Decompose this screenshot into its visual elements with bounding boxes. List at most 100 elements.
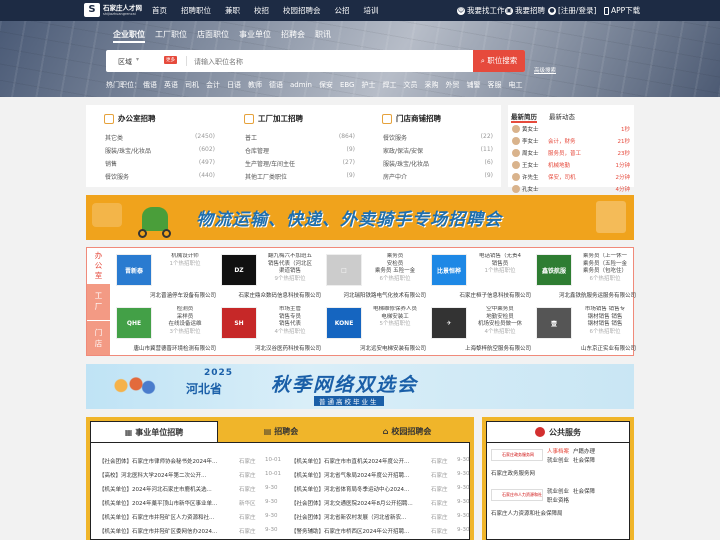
company-logo[interactable]: 晋新泰 [116, 254, 152, 286]
news-item[interactable]: 【机关单位】石家庄市井陉矿区人力资源和社... 石家庄 9-30 [99, 513, 284, 525]
news-item[interactable]: 【社会团体】河北省新农村发展（河北省新农... 石家庄 9-30 [291, 513, 476, 525]
hot-job-link[interactable]: 铺警 [466, 81, 480, 89]
company-logo[interactable]: DZ [221, 254, 257, 286]
autumn-online-fair-banner[interactable]: 2025 河北省 秋季网络双选会 普通高校毕业生 [86, 364, 634, 409]
company-name[interactable]: 河北鑫铁航服务运服务有限公司 [531, 291, 636, 299]
nav-item[interactable]: 首页 [152, 5, 167, 16]
hr-bureau-logo[interactable]: 石家庄市人力资源和社会保障局 [491, 489, 543, 501]
recruit-link[interactable]: ▣ 我要招聘 [505, 5, 545, 16]
category-header[interactable]: 工厂加工招聘 [244, 113, 303, 124]
search-tab[interactable]: 招聘会 [281, 29, 305, 43]
service-link[interactable]: 社会保障 [573, 458, 595, 464]
area-dropdown-icon[interactable]: ▾ [136, 56, 139, 63]
job-link[interactable]: 钢材销售 销售 [575, 321, 635, 329]
hot-job-link[interactable]: 外贸 [445, 81, 459, 89]
job-link[interactable]: 检测员 [155, 306, 215, 314]
category-item[interactable]: 普工 (864) [245, 133, 355, 146]
search-tab[interactable]: 企业职位 [113, 29, 145, 43]
hot-job-link[interactable]: admin [290, 81, 312, 89]
hot-job-link[interactable]: 客服 [487, 81, 501, 89]
company-card[interactable]: ✈ 空中乘务员 地勤安检员 机场安检员做一休 4个热招职位 上海黎梓航空服务有限公司 [426, 303, 531, 353]
site-logo[interactable]: S 石家庄人才网 shijiazhuangrencai [84, 3, 142, 17]
company-name[interactable]: 石家庄桓子信息科技有限公司 [426, 291, 531, 299]
hot-job-link[interactable]: 会计 [206, 81, 220, 89]
hot-job-link[interactable]: 保安 [319, 81, 333, 89]
company-name[interactable]: 山东京正实业有限公司 [531, 344, 636, 352]
news-item[interactable]: 【警务辅助】石家庄市桥西区2024年公开招聘... 石家庄 9-30 [291, 527, 476, 539]
news-item[interactable]: 【机关单位】2024年河北石家庄市鹿机关选... 石家庄 9-30 [99, 485, 284, 497]
logistics-job-fair-banner[interactable]: 物流运输、快递、外卖骑手专场招聘会 [86, 195, 634, 240]
nav-item[interactable]: 兼职 [225, 5, 240, 16]
nav-item[interactable]: 校招 [254, 5, 269, 16]
hot-job-link[interactable]: 教师 [248, 81, 262, 89]
company-name[interactable]: 河北汉谷医药科技有限公司 [216, 344, 321, 352]
tab-job-fair[interactable]: ▤ 招聘会 [218, 421, 344, 442]
category-item[interactable]: 其他工厂类职位 (9) [245, 172, 355, 185]
nav-item[interactable]: 招聘职位 [181, 5, 211, 16]
job-link[interactable]: 在线设备运维 [155, 321, 215, 329]
service-link[interactable]: 人事档案 [547, 449, 569, 455]
tab-campus-fair[interactable]: ⌂ 校园招聘会 [344, 421, 470, 442]
job-link[interactable]: 安检员 [365, 261, 425, 269]
company-card[interactable]: □ 乘务员 安检员 乘务员 五险一金 6个热招职位 河北瑞阳铁路电气化技术有限公司 [321, 250, 426, 300]
hot-job-link[interactable]: 日语 [227, 81, 241, 89]
job-link[interactable]: 钢材销售 销售 [575, 314, 635, 322]
job-link[interactable]: 地勤安检员 [470, 314, 530, 322]
company-card[interactable]: 晋新泰 机械设计师 1个热招职位 河北晋涵停车设备有限公司 [111, 250, 216, 300]
hot-job-link[interactable]: 焊工 [382, 81, 396, 89]
company-name[interactable]: 石家庄鼎众数码信息科技有限公司 [216, 291, 321, 299]
tab-office[interactable]: 办公室 [87, 248, 110, 284]
job-link[interactable]: 电梯安装工 [365, 314, 425, 322]
hot-job-link[interactable]: 德语 [269, 81, 283, 89]
job-link[interactable]: 空中乘务员 [470, 306, 530, 314]
hot-job-link[interactable]: 文员 [403, 81, 417, 89]
company-name[interactable]: 河北远安电梯安装有限公司 [321, 344, 426, 352]
tab-factory[interactable]: 工厂 [87, 284, 110, 320]
company-logo[interactable]: KONE [326, 307, 362, 339]
company-logo[interactable]: QHE [116, 307, 152, 339]
category-item[interactable]: 服装/珠宝/化妆品 (6) [383, 159, 493, 172]
job-link[interactable]: 翻九梅六不加班五 [260, 253, 320, 261]
hot-job-link[interactable]: 护士 [361, 81, 375, 89]
news-item[interactable]: 【社会团体】河北交通医院2024年8月公开招聘... 石家庄 9-30 [291, 499, 476, 511]
advanced-search-link[interactable]: 高级搜索 [534, 66, 556, 74]
category-item[interactable]: 其它类 (2450) [105, 133, 215, 146]
hot-job-link[interactable]: 司机 [185, 81, 199, 89]
area-select[interactable]: 区域 [118, 57, 132, 67]
job-link[interactable]: 销售员 [470, 261, 530, 269]
category-item[interactable]: 家政/保洁/安保 (11) [383, 146, 493, 159]
news-item[interactable]: 【社会团体】石家庄市律师协会秘书处2024年... 石家庄 10-01 [99, 457, 284, 469]
job-link[interactable]: 乘务员（包吃住） [575, 268, 635, 276]
company-logo[interactable]: SH [221, 307, 257, 339]
service-link[interactable]: 就业创业 [547, 489, 569, 495]
tab-store[interactable]: 门店 [87, 320, 110, 355]
search-tab[interactable]: 店面职位 [197, 29, 229, 43]
service-footer[interactable]: 石家庄政务服务网 [491, 469, 535, 477]
search-tab[interactable]: 职讯 [315, 29, 331, 43]
job-link[interactable]: 销售代表（河北区 [260, 261, 320, 269]
hot-job-link[interactable]: 电工 [508, 81, 522, 89]
tab-latest-resumes[interactable]: 最新简历 [511, 111, 537, 123]
resume-item[interactable]: 黄女士 1秒 [512, 123, 630, 135]
category-item[interactable]: 餐饮服务 (440) [105, 172, 215, 185]
nav-item[interactable]: 公招 [335, 5, 350, 16]
company-logo[interactable]: 壹 [536, 307, 572, 339]
tab-latest-news[interactable]: 最新动态 [549, 111, 575, 123]
app-download-link[interactable]: APP下载 [604, 5, 640, 16]
more-badge[interactable]: 更多 [164, 56, 177, 64]
job-link[interactable]: 采样员 [155, 314, 215, 322]
category-item[interactable]: 餐饮服务 (22) [383, 133, 493, 146]
job-link[interactable]: 销售代表 [260, 321, 320, 329]
news-item[interactable]: 【机关单位】河北省气象局2024年度公开招聘... 石家庄 9-30 [291, 471, 476, 483]
nav-item[interactable]: 培训 [364, 5, 379, 16]
news-item[interactable]: 【机关单位】石家庄市市直机关2024年度公开... 石家庄 9-30 [291, 457, 476, 469]
company-card[interactable]: SH 市场主管 销售专员 销售代表 4个热招职位 河北汉谷医药科技有限公司 [216, 303, 321, 353]
category-item[interactable]: 仓库管理 (9) [245, 146, 355, 159]
company-card[interactable]: 比景恒桦 电话销售（无责4 销售员 1个热招职位 石家庄桓子信息科技有限公司 [426, 250, 531, 300]
job-link[interactable]: 渠道销售 [260, 268, 320, 276]
job-link[interactable]: 销售专员 [260, 314, 320, 322]
company-card[interactable]: QHE 检测员 采样员 在线设备运维 3个热招职位 唐山市冀营德晋环境检测有限公司 [111, 303, 216, 353]
search-tab[interactable]: 事业单位 [239, 29, 271, 43]
job-link[interactable]: 乘务员（五险一金 [575, 261, 635, 269]
company-card[interactable]: 鑫铁航服 乘务员（上一休一 乘务员（五险一金 乘务员（包吃住） 6个热招职位 河北鑫铁航服… [531, 250, 636, 300]
